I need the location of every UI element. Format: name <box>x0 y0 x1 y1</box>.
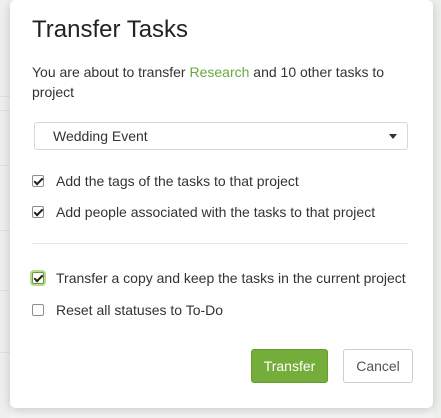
transfer-copy-checkbox[interactable] <box>32 272 44 284</box>
divider <box>32 243 408 244</box>
project-select[interactable]: Wedding Event <box>34 122 408 150</box>
option-add-tags[interactable]: Add the tags of the tasks to that projec… <box>32 173 299 189</box>
transfer-copy-label: Transfer a copy and keep the tasks in th… <box>56 270 406 286</box>
background-page-left <box>0 0 10 418</box>
background-page-right <box>433 0 441 418</box>
option-transfer-copy[interactable]: Transfer a copy and keep the tasks in th… <box>32 270 406 286</box>
transfer-button[interactable]: Transfer <box>251 349 328 383</box>
add-tags-label: Add the tags of the tasks to that projec… <box>56 173 299 189</box>
background-row <box>0 230 10 231</box>
option-add-people[interactable]: Add people associated with the tasks to … <box>32 204 375 220</box>
background-row <box>0 165 10 166</box>
dialog-title: Transfer Tasks <box>32 16 189 43</box>
task-link[interactable]: Research <box>189 64 249 80</box>
background-row <box>0 110 10 111</box>
add-people-label: Add people associated with the tasks to … <box>56 204 376 220</box>
add-tags-checkbox[interactable] <box>32 175 44 187</box>
project-select-value: Wedding Event <box>53 128 148 144</box>
chevron-down-icon <box>389 133 397 139</box>
background-row <box>0 96 10 97</box>
cancel-button[interactable]: Cancel <box>343 349 413 383</box>
reset-statuses-label: Reset all statuses to To-Do <box>56 302 224 318</box>
transfer-tasks-dialog: Transfer Tasks You are about to transfer… <box>10 0 433 408</box>
add-people-checkbox[interactable] <box>32 206 44 218</box>
option-reset-statuses[interactable]: Reset all statuses to To-Do <box>32 302 223 318</box>
background-row <box>0 352 10 353</box>
reset-statuses-checkbox[interactable] <box>32 304 44 316</box>
background-row <box>0 290 10 291</box>
dialog-intro: You are about to transfer Research and 1… <box>32 62 402 102</box>
intro-prefix: You are about to transfer <box>32 64 190 80</box>
